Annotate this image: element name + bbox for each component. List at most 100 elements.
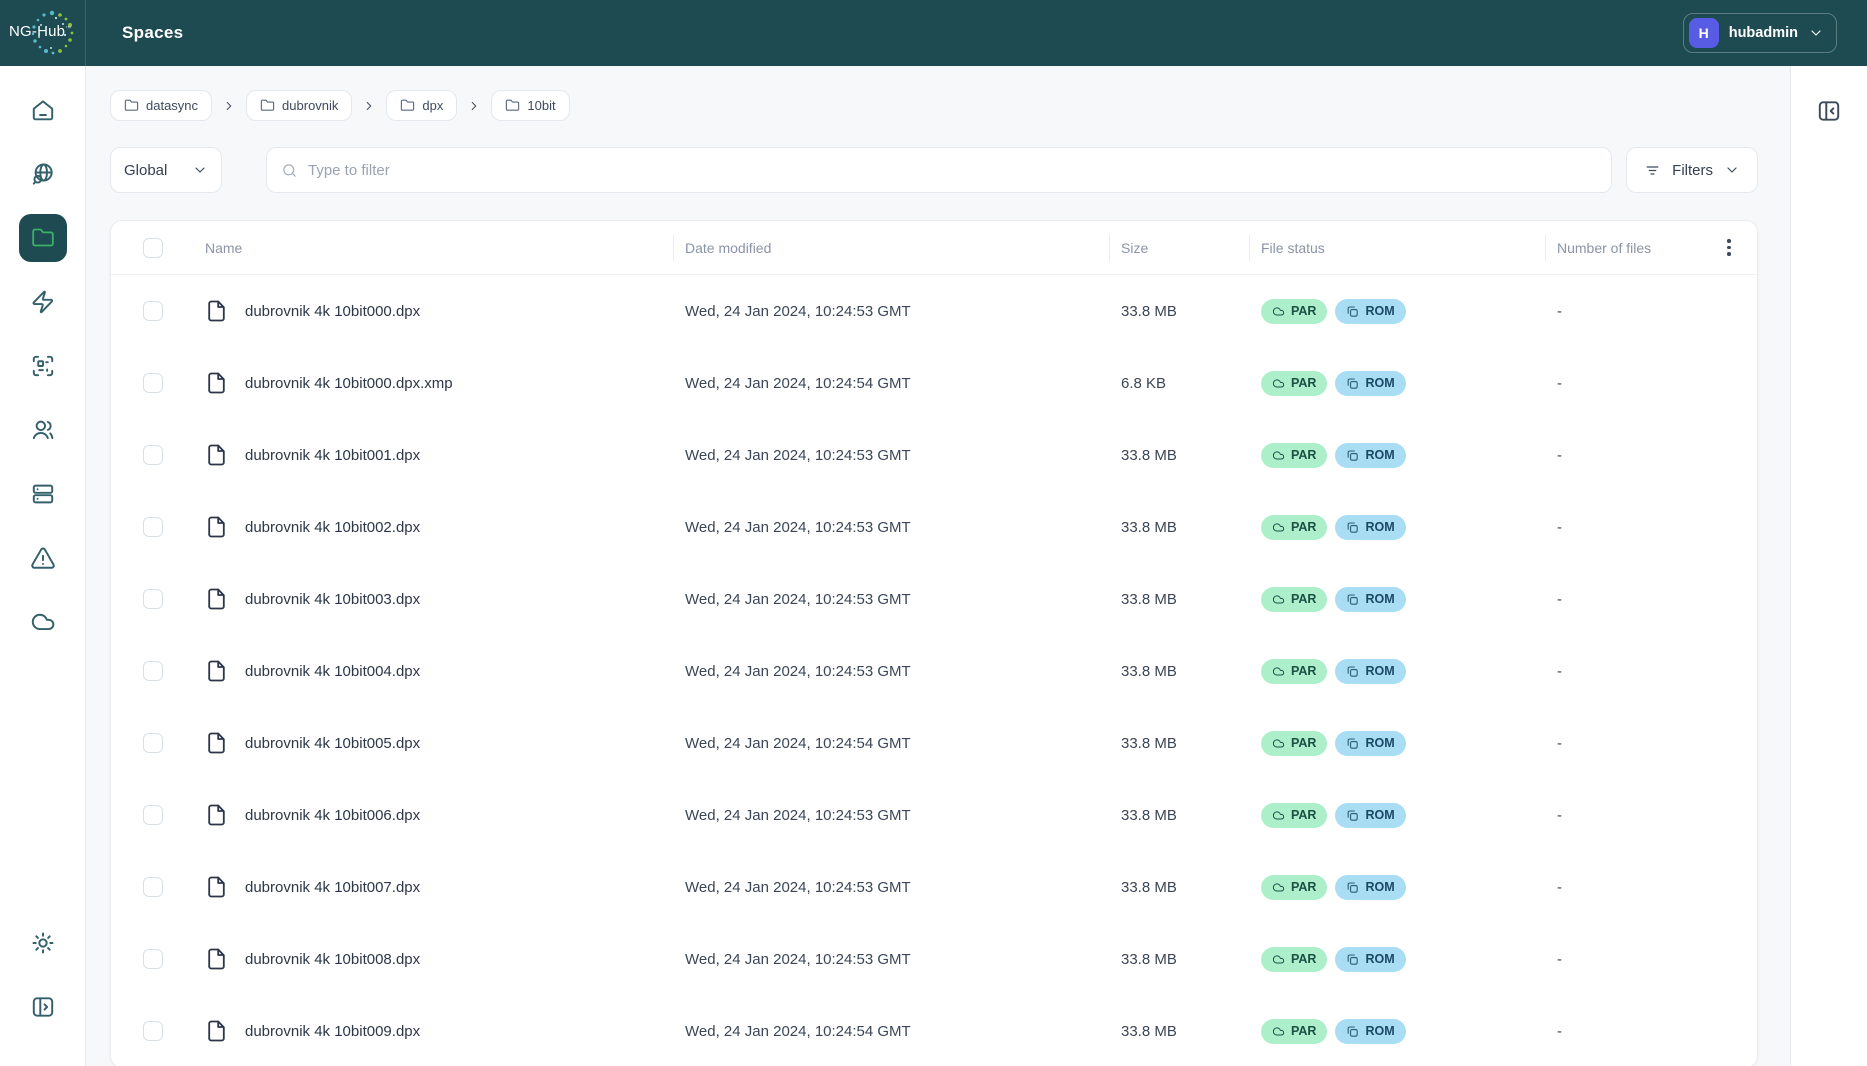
chevron-down-icon	[1808, 25, 1824, 41]
copy-icon	[1346, 953, 1359, 966]
status-badge-rom: ROM	[1335, 371, 1405, 396]
home-icon	[30, 97, 56, 123]
breadcrumb-item[interactable]: 10bit	[491, 90, 569, 121]
collapse-panel-button[interactable]	[1816, 98, 1842, 124]
column-header-status: File status	[1249, 240, 1545, 256]
file-status: PAR ROM	[1249, 515, 1545, 540]
column-header-files: Number of files	[1545, 240, 1701, 256]
row-checkbox[interactable]	[143, 301, 163, 321]
file-icon	[205, 872, 229, 902]
folder-icon	[124, 98, 139, 113]
cloud-icon	[1272, 521, 1285, 534]
status-badge-rom: ROM	[1335, 443, 1405, 468]
chevron-right-icon	[362, 99, 376, 113]
sidebar-item-cloud[interactable]	[19, 598, 67, 646]
table-row[interactable]: dubrovnik 4k 10bit002.dpx Wed, 24 Jan 20…	[111, 491, 1757, 563]
copy-icon	[1346, 593, 1359, 606]
table-row[interactable]: dubrovnik 4k 10bit008.dpx Wed, 24 Jan 20…	[111, 923, 1757, 995]
scope-selector[interactable]: Global	[110, 147, 222, 193]
file-icon	[205, 296, 229, 326]
file-size: 33.8 MB	[1109, 735, 1249, 752]
sidebar-item-storage[interactable]	[19, 470, 67, 518]
servers-icon	[30, 481, 56, 507]
number-of-files: -	[1545, 807, 1701, 824]
avatar: H	[1689, 18, 1719, 48]
status-badge-rom: ROM	[1335, 1019, 1405, 1044]
select-all-checkbox[interactable]	[143, 238, 163, 258]
file-name: dubrovnik 4k 10bit008.dpx	[245, 951, 420, 968]
user-menu[interactable]: H hubadmin	[1683, 13, 1837, 53]
table-row[interactable]: dubrovnik 4k 10bit003.dpx Wed, 24 Jan 20…	[111, 563, 1757, 635]
app-logo: NG-Hub™	[0, 0, 86, 66]
table-row[interactable]: dubrovnik 4k 10bit009.dpx Wed, 24 Jan 20…	[111, 995, 1757, 1066]
number-of-files: -	[1545, 375, 1701, 392]
sidebar-item-settings[interactable]	[19, 919, 67, 967]
sidebar-item-users[interactable]	[19, 406, 67, 454]
sidebar-item-home[interactable]	[19, 86, 67, 134]
column-header-date: Date modified	[673, 240, 1109, 256]
sidebar-expand-button[interactable]	[19, 983, 67, 1031]
row-checkbox[interactable]	[143, 805, 163, 825]
file-size: 33.8 MB	[1109, 519, 1249, 536]
copy-icon	[1346, 449, 1359, 462]
breadcrumb-item[interactable]: dubrovnik	[246, 90, 352, 121]
breadcrumb-item[interactable]: datasync	[110, 90, 212, 121]
date-modified: Wed, 24 Jan 2024, 10:24:53 GMT	[673, 303, 1109, 320]
row-checkbox[interactable]	[143, 1021, 163, 1041]
table-body: dubrovnik 4k 10bit000.dpx Wed, 24 Jan 20…	[111, 275, 1757, 1066]
status-badge-rom: ROM	[1335, 587, 1405, 612]
row-checkbox[interactable]	[143, 949, 163, 969]
file-status: PAR ROM	[1249, 731, 1545, 756]
row-checkbox[interactable]	[143, 877, 163, 897]
alert-triangle-icon	[30, 545, 56, 571]
gear-icon	[30, 930, 56, 956]
row-checkbox[interactable]	[143, 733, 163, 753]
table-row[interactable]: dubrovnik 4k 10bit005.dpx Wed, 24 Jan 20…	[111, 707, 1757, 779]
cloud-icon	[30, 609, 56, 635]
row-checkbox[interactable]	[143, 517, 163, 537]
file-size: 33.8 MB	[1109, 879, 1249, 896]
sidebar-item-alerts[interactable]	[19, 534, 67, 582]
table-options-menu[interactable]	[1717, 236, 1741, 260]
date-modified: Wed, 24 Jan 2024, 10:24:54 GMT	[673, 735, 1109, 752]
row-checkbox[interactable]	[143, 373, 163, 393]
users-icon	[30, 417, 56, 443]
row-checkbox[interactable]	[143, 445, 163, 465]
user-name: hubadmin	[1729, 25, 1798, 41]
number-of-files: -	[1545, 1023, 1701, 1040]
status-badge-par: PAR	[1261, 299, 1327, 324]
globe-search-icon	[30, 161, 56, 187]
file-status: PAR ROM	[1249, 803, 1545, 828]
table-row[interactable]: dubrovnik 4k 10bit000.dpx Wed, 24 Jan 20…	[111, 275, 1757, 347]
app: NG-Hub™ Spaces H hubadmin	[0, 0, 1867, 1066]
filters-button[interactable]: Filters	[1626, 147, 1758, 193]
chevron-down-icon	[192, 162, 208, 178]
copy-icon	[1346, 809, 1359, 822]
file-name: dubrovnik 4k 10bit000.dpx	[245, 303, 420, 320]
file-icon	[205, 728, 229, 758]
sidebar-item-files[interactable]	[19, 214, 67, 262]
cloud-icon	[1272, 953, 1285, 966]
table-row[interactable]: dubrovnik 4k 10bit006.dpx Wed, 24 Jan 20…	[111, 779, 1757, 851]
sidebar-item-actions[interactable]	[19, 278, 67, 326]
file-icon	[205, 1016, 229, 1046]
table-row[interactable]: dubrovnik 4k 10bit000.dpx.xmp Wed, 24 Ja…	[111, 347, 1757, 419]
breadcrumb-item[interactable]: dpx	[386, 90, 457, 121]
table-row[interactable]: dubrovnik 4k 10bit007.dpx Wed, 24 Jan 20…	[111, 851, 1757, 923]
file-name: dubrovnik 4k 10bit009.dpx	[245, 1023, 420, 1040]
main-content: datasync dubrovnik	[86, 66, 1790, 1066]
number-of-files: -	[1545, 879, 1701, 896]
status-badge-rom: ROM	[1335, 947, 1405, 972]
number-of-files: -	[1545, 303, 1701, 320]
status-badge-par: PAR	[1261, 803, 1327, 828]
sidebar-item-scan[interactable]	[19, 342, 67, 390]
file-name: dubrovnik 4k 10bit001.dpx	[245, 447, 420, 464]
sidebar-item-explore[interactable]	[19, 150, 67, 198]
file-name: dubrovnik 4k 10bit007.dpx	[245, 879, 420, 896]
folder-icon	[260, 98, 275, 113]
row-checkbox[interactable]	[143, 589, 163, 609]
table-row[interactable]: dubrovnik 4k 10bit001.dpx Wed, 24 Jan 20…	[111, 419, 1757, 491]
table-row[interactable]: dubrovnik 4k 10bit004.dpx Wed, 24 Jan 20…	[111, 635, 1757, 707]
row-checkbox[interactable]	[143, 661, 163, 681]
search-input[interactable]	[308, 162, 1597, 179]
